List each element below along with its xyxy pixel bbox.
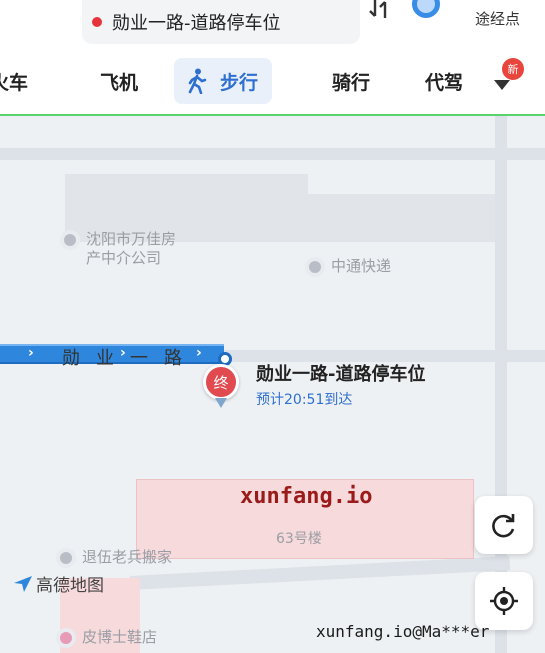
tab-flight[interactable]: 飞机: [100, 58, 138, 104]
poi-zto-express[interactable]: 中通快递: [305, 257, 391, 277]
corner-watermark: xunfang.io@Ma***er: [316, 622, 490, 641]
destination-map-label[interactable]: 勋业一路-道路停车位: [256, 360, 425, 386]
eta-label: 预计20:51到达: [256, 392, 353, 408]
poi-icon: [60, 230, 80, 250]
refresh-icon: [492, 514, 515, 538]
map-road: [0, 148, 545, 160]
watermark: xunfang.io: [240, 484, 373, 509]
poi-label: 中通快递: [331, 257, 392, 275]
map-block: [308, 194, 495, 242]
swap-icon[interactable]: [368, 0, 392, 18]
refresh-button[interactable]: [475, 496, 533, 554]
tab-designated-driver-label: 代驾: [425, 71, 464, 94]
end-marker-tail: [215, 398, 227, 408]
more-modes-button[interactable]: 新: [492, 58, 532, 98]
tab-bike-label: 骑行: [332, 71, 371, 94]
map-view[interactable]: 沈阳市万佳房 产中介公司 中通快递 退伍老兵搬家 皮博士鞋店 › › › 勋业一…: [0, 116, 545, 653]
tab-designated-driver[interactable]: 代驾: [425, 58, 463, 104]
poi-moving-company[interactable]: 退伍老兵搬家: [56, 548, 172, 568]
map-road: [129, 556, 511, 590]
end-marker-icon[interactable]: 终: [203, 364, 239, 400]
tab-bike[interactable]: 骑行: [332, 58, 370, 104]
amap-logo: 高德地图: [14, 571, 104, 596]
poi-shoe-store[interactable]: 皮博士鞋店: [56, 628, 157, 648]
poi-label: 退伍老兵搬家: [82, 548, 173, 566]
walker-icon: [188, 68, 207, 94]
poi-icon: [56, 628, 76, 648]
destination-text: 勋业一路-道路停车位: [112, 13, 281, 34]
poi-label: 皮博士鞋店: [82, 628, 158, 646]
tab-flight-label: 飞机: [100, 71, 139, 94]
locate-icon: [490, 587, 518, 615]
tab-walk[interactable]: 步行: [174, 58, 273, 104]
tab-train[interactable]: 火车: [0, 58, 28, 104]
chevron-down-icon: [494, 80, 510, 90]
waypoint-button[interactable]: 途经点: [475, 8, 520, 29]
amap-arrow-icon: [14, 575, 32, 592]
building-label: 63号楼: [276, 531, 322, 547]
route-arrow-icon: ›: [28, 345, 34, 361]
transport-mode-tabs: 火车 飞机 步行 骑行 代驾 新: [0, 58, 545, 106]
destination-field[interactable]: 勋业一路-道路停车位: [82, 0, 360, 44]
poi-label: 沈阳市万佳房 产中介公司: [86, 230, 177, 267]
poi-real-estate-agency[interactable]: 沈阳市万佳房 产中介公司: [60, 230, 176, 268]
poi-icon: [56, 548, 76, 568]
poi-icon: [305, 257, 325, 277]
voice-icon[interactable]: [412, 0, 440, 18]
route-planner-header: 勋业一路-道路停车位 途经点 火车 飞机 步行 骑行 代驾 新: [0, 0, 545, 116]
road-name-label: 勋业一路: [62, 348, 198, 369]
amap-logo-text: 高德地图: [36, 576, 104, 596]
destination-dot-icon: [92, 17, 102, 27]
new-badge: 新: [502, 58, 524, 80]
tab-train-label: 火车: [0, 71, 29, 94]
tab-walk-label: 步行: [220, 71, 259, 94]
